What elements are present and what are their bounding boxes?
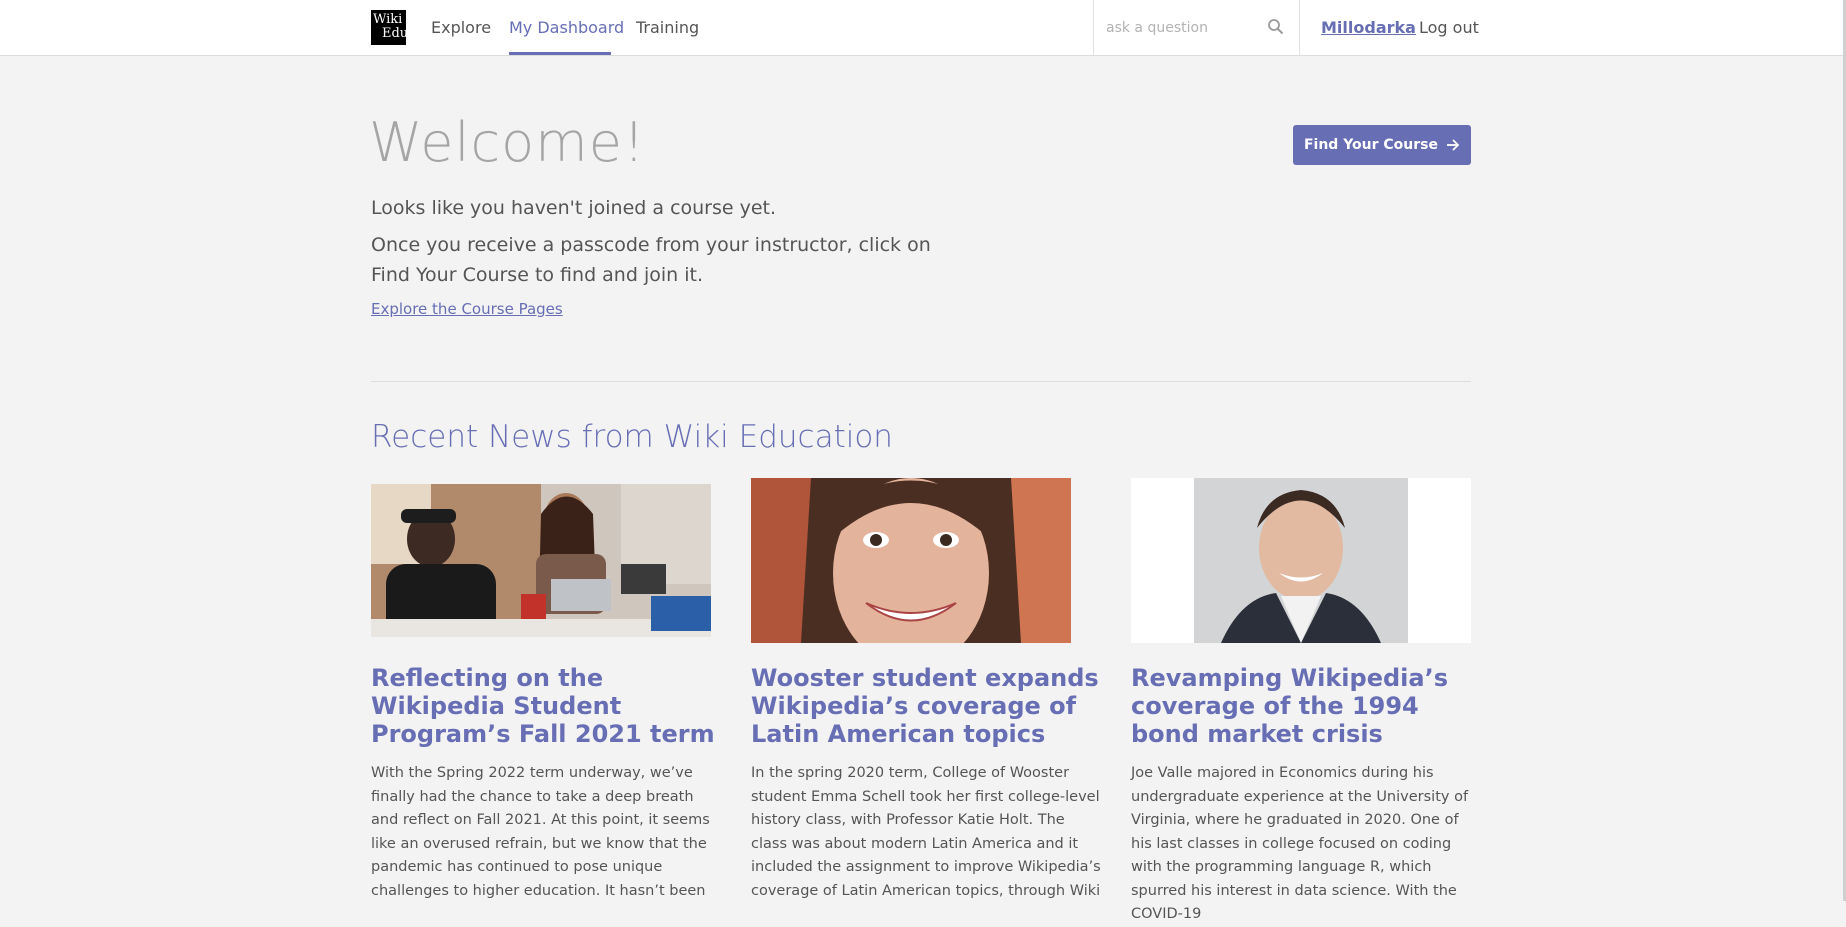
search-icon[interactable]: [1267, 18, 1285, 36]
news-section-heading: Recent News from Wiki Education: [371, 419, 893, 455]
news-excerpt: In the spring 2020 term, College of Woos…: [751, 765, 1101, 899]
news-excerpt: Joe Valle majored in Economics during hi…: [1131, 765, 1469, 922]
wiki-edu-logo[interactable]: Wiki Edu: [371, 10, 409, 45]
arrow-right-icon: [1447, 139, 1460, 151]
nav-training[interactable]: Training: [636, 18, 699, 37]
news-excerpt: With the Spring 2022 term underway, we’v…: [371, 765, 710, 899]
active-tab-indicator: [509, 52, 611, 55]
passcode-instructions: Once you receive a passcode from your in…: [371, 234, 931, 286]
nav-explore[interactable]: Explore: [431, 18, 491, 37]
news-card: Revamping Wikipedia’s coverage of the 19…: [1131, 478, 1471, 922]
section-divider: [371, 381, 1471, 382]
search-box: [1093, 0, 1300, 55]
find-your-course-label: Find Your Course: [1303, 137, 1439, 153]
logout-link[interactable]: Log out: [1419, 18, 1479, 37]
news-title[interactable]: Wooster student expands Wikipedia’s cove…: [751, 664, 1101, 748]
logo-line-2: Edu: [382, 26, 409, 41]
news-thumbnail-headshot[interactable]: [1131, 478, 1471, 643]
news-card: Wooster student expands Wikipedia’s cove…: [751, 478, 1101, 899]
user-profile-link[interactable]: Millodarka: [1321, 18, 1416, 37]
top-navigation-bar: Wiki Edu Explore My Dashboard Training M…: [0, 0, 1846, 56]
find-your-course-button[interactable]: Find Your Course: [1293, 125, 1471, 165]
news-thumbnail-portrait[interactable]: [751, 478, 1071, 643]
news-thumbnail-students[interactable]: [371, 484, 711, 637]
logo-line-1: Wiki: [373, 12, 403, 27]
news-title[interactable]: Revamping Wikipedia’s coverage of the 19…: [1131, 664, 1481, 748]
nav-my-dashboard[interactable]: My Dashboard: [509, 18, 624, 37]
news-card: Reflecting on the Wikipedia Student Prog…: [371, 478, 715, 899]
explore-course-pages-link[interactable]: Explore the Course Pages: [371, 300, 563, 318]
no-course-message: Looks like you haven't joined a course y…: [371, 197, 777, 219]
search-input[interactable]: [1104, 17, 1263, 39]
page-title: Welcome!: [369, 111, 646, 174]
news-title[interactable]: Reflecting on the Wikipedia Student Prog…: [371, 664, 721, 748]
